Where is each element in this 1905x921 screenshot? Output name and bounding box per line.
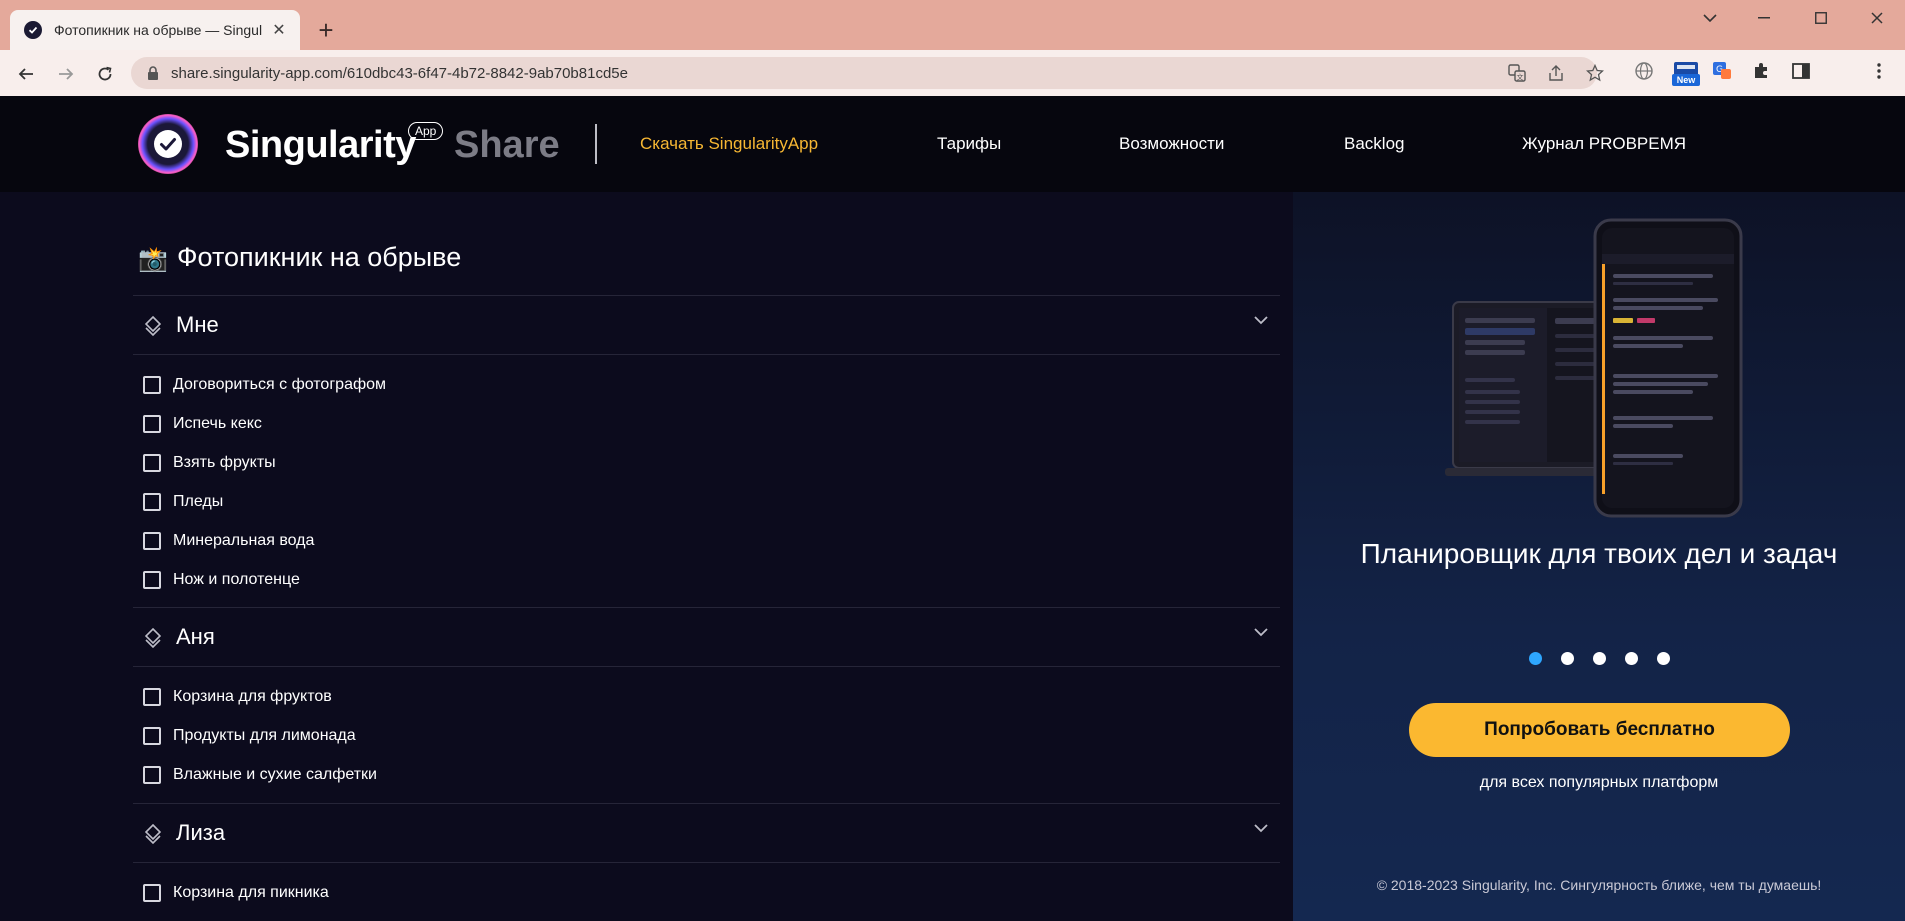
task-label: Договориться с фотографом [173,376,387,393]
task-item[interactable]: Влажные и сухие салфетки [143,764,377,786]
tab-search-icon[interactable] [1686,6,1734,30]
task-label: Нож и полотенце [173,571,300,588]
nav-journal-link[interactable]: Журнал PROВРЕМЯ [1522,134,1686,154]
tab-title: Фотопикник на обрыве — Singularity [54,22,262,38]
task-label: Корзина для пикника [173,884,329,901]
section-diamond-icon [145,824,161,844]
carousel-dot[interactable] [1657,652,1670,665]
camera-emoji-icon: 📸 [138,246,168,273]
carousel-dot[interactable] [1625,652,1638,665]
new-badge: New [1672,74,1700,86]
carousel-dot[interactable] [1561,652,1574,665]
back-button[interactable] [12,60,40,88]
brand-name[interactable]: Singularity [225,124,416,167]
minimize-button[interactable] [1740,6,1788,30]
nav-pricing-link[interactable]: Тарифы [937,134,1001,154]
task-label: Испечь кекс [173,415,262,432]
task-item[interactable]: Продукты для лимонада [143,725,356,747]
browser-tab-active[interactable]: Фотопикник на обрыве — Singularity ✕ [10,10,300,50]
address-bar[interactable]: share.singularity-app.com/610dbc43-6f47-… [131,57,1604,89]
browser-tab-strip: Фотопикник на обрыве — Singularity ✕ + [0,0,1905,50]
section-title: Лиза [176,820,226,845]
nav-backlog-link[interactable]: Backlog [1344,134,1404,154]
bookmark-star-icon[interactable] [1585,63,1605,83]
chevron-down-icon[interactable] [1254,824,1268,833]
lock-icon[interactable] [147,66,159,80]
task-label: Взять фрукты [173,454,276,471]
globe-extension-icon[interactable] [1633,60,1655,82]
brand-share-label: Share [454,124,560,166]
project-title: Фотопикник на обрыве [177,242,462,272]
translator-extension-icon[interactable]: G [1711,60,1733,82]
section-header-mne[interactable]: Мне [133,296,1280,354]
carousel-dots [1529,652,1689,665]
task-checkbox[interactable] [143,688,161,706]
chevron-down-icon[interactable] [1254,316,1268,325]
header-divider [595,124,597,164]
section-diamond-icon [145,628,161,648]
task-label: Пледы [173,493,224,510]
reload-button[interactable] [91,60,119,88]
task-item[interactable]: Нож и полотенце [143,569,300,591]
singularity-favicon-icon [24,21,42,39]
divider [133,666,1280,667]
extensions-puzzle-icon[interactable] [1750,60,1772,82]
task-label: Минеральная вода [173,532,315,549]
task-checkbox[interactable] [143,532,161,550]
brand-app-badge: App [408,122,444,140]
promo-title: Планировщик для твоих дел и задач [1360,538,1838,569]
task-label: Корзина для фруктов [173,688,332,705]
task-checkbox[interactable] [143,571,161,589]
nav-features-link[interactable]: Возможности [1119,134,1224,154]
tab-close-icon[interactable]: ✕ [270,21,288,39]
maximize-button[interactable] [1797,6,1845,30]
section-header-liza[interactable]: Лиза [133,804,1280,862]
copyright-text: © 2018-2023 Singularity, Inc. Сингулярно… [1376,877,1822,893]
carousel-dot[interactable] [1593,652,1606,665]
section-title: Мне [176,312,219,337]
task-item[interactable]: Корзина для фруктов [143,686,332,708]
task-checkbox[interactable] [143,884,161,902]
task-checkbox[interactable] [143,415,161,433]
divider [133,862,1280,863]
task-checkbox[interactable] [143,376,161,394]
new-extension-icon[interactable]: New [1672,56,1700,86]
task-item[interactable]: Минеральная вода [143,530,314,552]
phone-mockup-image [1593,218,1743,518]
svg-text:文: 文 [1517,73,1524,82]
site-header: Singularity App Share Скачать Singularit… [0,96,1905,192]
nav-download-link[interactable]: Скачать SingularityApp [640,134,818,154]
forward-button[interactable] [52,60,80,88]
side-panel-icon[interactable] [1790,60,1812,82]
task-item[interactable]: Взять фрукты [143,452,276,474]
promo-panel: Планировщик для твоих дел и задач Попроб… [1293,192,1905,921]
project-content: 📸 Фотопикник на обрыве Мне Договориться … [0,192,1293,921]
task-checkbox[interactable] [143,493,161,511]
section-diamond-icon [145,316,161,336]
platforms-note: для всех популярных платформ [1479,774,1719,791]
browser-toolbar: share.singularity-app.com/610dbc43-6f47-… [0,50,1905,97]
new-tab-button[interactable]: + [312,16,340,44]
section-header-anya[interactable]: Аня [133,608,1280,666]
singularity-logo-icon[interactable] [138,114,198,174]
task-label: Продукты для лимонада [173,727,356,744]
url-text: share.singularity-app.com/610dbc43-6f47-… [171,65,628,82]
browser-menu-icon[interactable] [1868,60,1890,82]
task-checkbox[interactable] [143,727,161,745]
task-label: Влажные и сухие салфетки [173,766,377,783]
divider [133,354,1280,355]
translate-icon[interactable]: 文 [1507,63,1527,83]
chevron-down-icon[interactable] [1254,628,1268,637]
task-item[interactable]: Корзина для пикника [143,882,329,904]
close-window-button[interactable] [1853,6,1901,30]
section-title: Аня [176,624,215,649]
task-item[interactable]: Пледы [143,491,223,513]
try-free-button[interactable]: Попробовать бесплатно [1409,703,1790,757]
task-item[interactable]: Договориться с фотографом [143,374,386,396]
task-item[interactable]: Испечь кекс [143,413,262,435]
task-checkbox[interactable] [143,766,161,784]
task-checkbox[interactable] [143,454,161,472]
share-icon[interactable] [1546,63,1566,83]
carousel-dot[interactable] [1529,652,1542,665]
